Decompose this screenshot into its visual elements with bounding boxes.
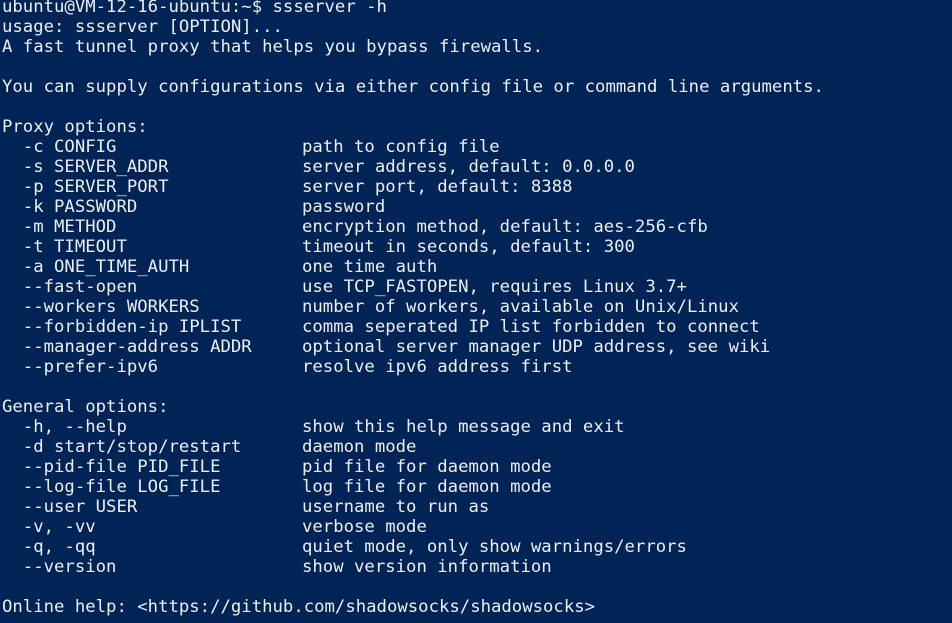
usage-line: usage: ssserver [OPTION]...: [2, 17, 283, 37]
proxy-option-row: -t TIMEOUT timeout in seconds, default: 3…: [2, 237, 952, 257]
general-options-heading: General options:: [2, 397, 169, 417]
option-flag: -q, -qq: [2, 537, 96, 557]
option-flag: --user USER: [2, 497, 138, 517]
option-description: use TCP_FASTOPEN, requires Linux 3.7+: [302, 277, 687, 297]
option-description: path to config file: [302, 137, 500, 157]
proxy-option-row: -m METHOD encryption method, default: aes…: [2, 217, 952, 237]
proxy-option-row: -c CONFIG path to config file: [2, 137, 952, 157]
option-flag: --pid-file PID_FILE: [2, 457, 221, 477]
tagline: A fast tunnel proxy that helps you bypas…: [2, 37, 544, 57]
option-flag: --forbidden-ip IPLIST: [2, 317, 242, 337]
option-description: comma seperated IP list forbidden to con…: [302, 317, 760, 337]
option-description: resolve ipv6 address first: [302, 357, 573, 377]
option-flag: --log-file LOG_FILE: [2, 477, 221, 497]
option-description: one time auth: [302, 257, 438, 277]
proxy-option-row: --forbidden-ip IPLIST comma seperated IP …: [2, 317, 952, 337]
option-description: log file for daemon mode: [302, 477, 552, 497]
option-flag: -p SERVER_PORT: [2, 177, 169, 197]
option-flag: -a ONE_TIME_AUTH: [2, 257, 190, 277]
config-note: You can supply configurations via either…: [2, 77, 824, 97]
option-description: optional server manager UDP address, see…: [302, 337, 771, 357]
option-flag: -c CONFIG: [2, 137, 117, 157]
option-flag: -s SERVER_ADDR: [2, 157, 169, 177]
general-option-row: -v, -vv verbose mode: [2, 517, 952, 537]
option-flag: -t TIMEOUT: [2, 237, 127, 257]
proxy-option-row: --manager-address ADDR optional server ma…: [2, 337, 952, 357]
general-option-row: --log-file LOG_FILE log file for daemon m…: [2, 477, 952, 497]
option-flag: -v, -vv: [2, 517, 96, 537]
option-description: password: [302, 197, 386, 217]
option-description: number of workers, available on Unix/Lin…: [302, 297, 739, 317]
proxy-option-row: -s SERVER_ADDR server address, default: 0…: [2, 157, 952, 177]
option-flag: -k PASSWORD: [2, 197, 138, 217]
option-flag: --manager-address ADDR: [2, 337, 252, 357]
option-description: server address, default: 0.0.0.0: [302, 157, 635, 177]
option-description: verbose mode: [302, 517, 427, 537]
option-flag: --prefer-ipv6: [2, 357, 159, 377]
option-description: daemon mode: [302, 437, 417, 457]
proxy-option-row: -p SERVER_PORT server port, default: 8388: [2, 177, 952, 197]
general-option-row: -q, -qq quiet mode, only show warnings/er…: [2, 537, 952, 557]
command-prompt-line: ubuntu@VM-12-16-ubuntu:~$ ssserver -h: [2, 0, 387, 17]
option-description: server port, default: 8388: [302, 177, 573, 197]
option-description: username to run as: [302, 497, 490, 517]
option-description: quiet mode, only show warnings/errors: [302, 537, 687, 557]
proxy-option-row: -a ONE_TIME_AUTH one time auth: [2, 257, 952, 277]
option-description: show version information: [302, 557, 552, 577]
option-flag: --version: [2, 557, 117, 577]
general-option-row: --pid-file PID_FILE pid file for daemon m…: [2, 457, 952, 477]
option-flag: -h, --help: [2, 417, 127, 437]
option-flag: --workers WORKERS: [2, 297, 200, 317]
terminal-window[interactable]: ubuntu@VM-12-16-ubuntu:~$ ssserver -h us…: [0, 0, 952, 623]
general-option-row: --user USER username to run as: [2, 497, 952, 517]
general-option-row: --version show version information: [2, 557, 952, 577]
general-option-row: -d start/stop/restart daemon mode: [2, 437, 952, 457]
proxy-option-row: --prefer-ipv6 resolve ipv6 address first: [2, 357, 952, 377]
option-description: pid file for daemon mode: [302, 457, 552, 477]
proxy-options-heading: Proxy options:: [2, 117, 148, 137]
general-option-row: -h, --help show this help message and exi…: [2, 417, 952, 437]
option-description: timeout in seconds, default: 300: [302, 237, 635, 257]
proxy-option-row: --workers WORKERS number of workers, avai…: [2, 297, 952, 317]
option-flag: --fast-open: [2, 277, 138, 297]
option-flag: -d start/stop/restart: [2, 437, 242, 457]
option-description: show this help message and exit: [302, 417, 625, 437]
option-description: encryption method, default: aes-256-cfb: [302, 217, 708, 237]
online-help-line: Online help: <https://github.com/shadows…: [2, 597, 596, 617]
option-flag: -m METHOD: [2, 217, 117, 237]
proxy-option-row: --fast-open use TCP_FASTOPEN, requires Li…: [2, 277, 952, 297]
proxy-option-row: -k PASSWORD password: [2, 197, 952, 217]
